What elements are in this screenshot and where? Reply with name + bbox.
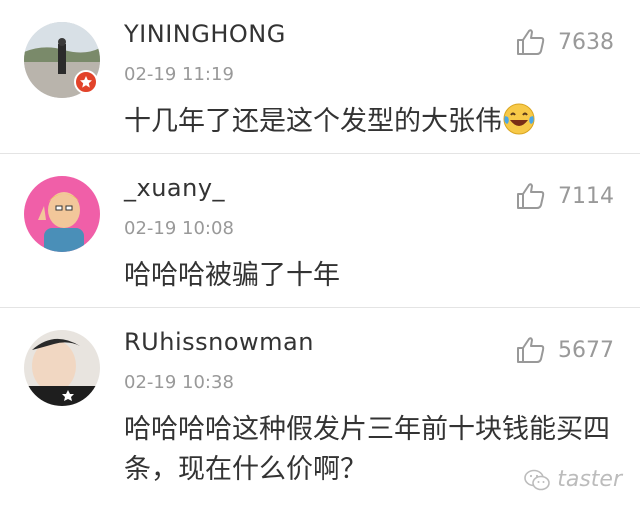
verified-badge-icon (74, 70, 98, 94)
thumbs-up-icon (517, 183, 545, 209)
comment-text: 十几年了还是这个发型的大张伟 (124, 102, 614, 142)
like-button[interactable]: 5677 (516, 336, 614, 364)
username[interactable]: _xuany_ (124, 174, 225, 202)
avatar[interactable] (24, 330, 100, 406)
like-count: 5677 (558, 337, 614, 363)
like-count: 7638 (558, 29, 614, 55)
comment-item: _xuany_ 02-19 10:08 7114 哈哈哈被骗了十年 (0, 154, 640, 308)
comment-time: 02-19 10:38 (124, 372, 234, 393)
like-button[interactable]: 7114 (516, 182, 614, 210)
comment-time: 02-19 10:08 (124, 218, 234, 239)
comment-text-body: 十几年了还是这个发型的大张伟 (124, 106, 502, 137)
username[interactable]: YININGHONG (124, 20, 286, 48)
watermark: taster (523, 467, 622, 492)
like-count: 7114 (558, 183, 614, 209)
comment-time: 02-19 11:19 (124, 64, 234, 85)
avatar-photo (24, 330, 100, 406)
avatar-photo (24, 176, 100, 252)
laughing-tears-emoji (503, 103, 535, 135)
like-button[interactable]: 7638 (516, 28, 614, 56)
watermark-label: taster (557, 467, 622, 492)
avatar[interactable] (24, 176, 100, 252)
wechat-icon (524, 469, 551, 490)
thumbs-up-icon (517, 29, 545, 55)
thumbs-up-icon (517, 337, 545, 363)
username[interactable]: RUhissnowman (124, 328, 314, 356)
comment-item: YININGHONG 02-19 11:19 7638 十几年了还是这个发型的大… (0, 0, 640, 154)
comment-text: 哈哈哈被骗了十年 (124, 260, 340, 291)
